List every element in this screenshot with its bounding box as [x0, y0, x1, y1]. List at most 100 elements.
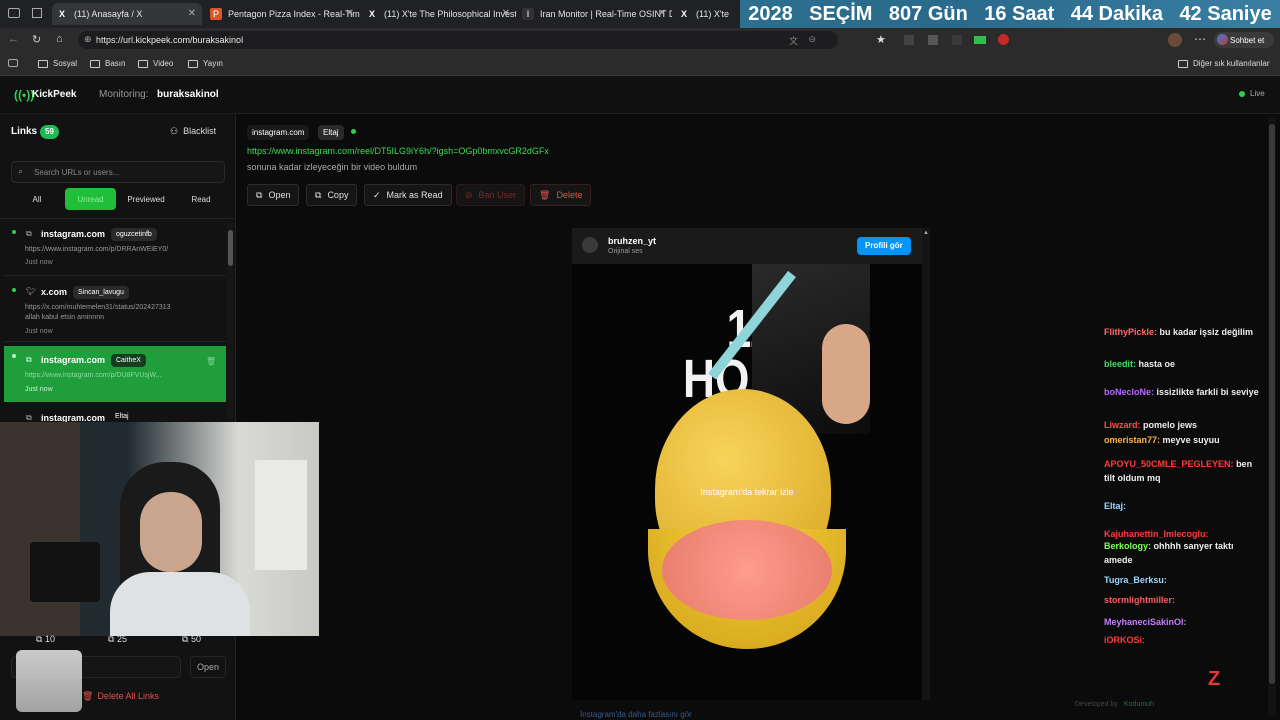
embed-account-name[interactable]: bruhzen_yt: [608, 236, 656, 246]
home-icon[interactable]: ⌂: [56, 33, 63, 45]
tab-x-other[interactable]: X (11) X'te: [674, 3, 740, 25]
chat-username[interactable]: MeyhaneciSakinOl:: [1104, 617, 1187, 627]
chat-username[interactable]: stormlightmiller:: [1104, 595, 1175, 605]
chat-username[interactable]: bleedit:: [1104, 359, 1136, 369]
chat-username[interactable]: iORKOSi:: [1104, 635, 1145, 645]
extension-icon[interactable]: [998, 34, 1009, 45]
bookmark-sosyal[interactable]: Sosyal: [38, 59, 77, 68]
favorite-star-icon[interactable]: ★: [876, 33, 886, 46]
chat-text: pomelo jews: [1143, 420, 1198, 430]
chat-message: Berkology: ohhhh sanyer taktı amede: [1104, 540, 1264, 567]
x-logo-icon: X: [680, 9, 687, 19]
link-user-badge: Eltaj: [115, 413, 129, 420]
copilot-chat-button[interactable]: Sohbet et: [1214, 32, 1274, 48]
tab-iran-monitor[interactable]: I Iran Monitor | Real-Time OSINT D ✕: [518, 3, 672, 25]
extension-icon[interactable]: [952, 35, 962, 45]
embed-scrollbar[interactable]: [922, 228, 930, 700]
extension-icon[interactable]: [974, 36, 986, 44]
filter-read[interactable]: Read: [188, 188, 214, 210]
site-info-icon[interactable]: ⊕: [84, 34, 92, 45]
link-time: Just now: [25, 259, 53, 266]
reload-icon[interactable]: ↻: [32, 33, 41, 46]
scroll-up-icon[interactable]: ▲: [923, 230, 929, 236]
copy-button[interactable]: ⧉ Copy: [306, 184, 358, 206]
detail-user-badge: Eltaj: [318, 125, 344, 140]
page-scroll-thumb[interactable]: [1269, 124, 1275, 684]
chat-username[interactable]: APOYU_50CMLE_PEGLEYEN:: [1104, 459, 1234, 469]
link-item-selected[interactable]: ⧉ instagram.com CaitheX https://www.inst…: [4, 346, 226, 402]
close-icon[interactable]: ✕: [658, 8, 666, 19]
webcam-shelf: [0, 422, 80, 636]
trash-icon[interactable]: 🗑︎: [206, 357, 216, 366]
chat-username[interactable]: Berkology:: [1104, 541, 1151, 551]
chat-username[interactable]: FlithyPickle:: [1104, 327, 1157, 337]
sidebar-toggle-icon[interactable]: [8, 59, 18, 67]
chat-username[interactable]: Tugra_Berksu:: [1104, 575, 1167, 585]
link-item[interactable]: ⧉ instagram.com Eltaj: [4, 404, 226, 424]
detail-url-link[interactable]: https://www.instagram.com/reel/DT5ILG9iY…: [247, 146, 549, 156]
tab-actions-icon[interactable]: [32, 8, 42, 18]
read-aloud-icon[interactable]: ⊖: [808, 34, 816, 45]
tab-philosophical[interactable]: X (11) X'te The Philosophical Invest ✕: [362, 3, 516, 25]
ban-user-button[interactable]: ⊘ Ban User: [456, 184, 526, 206]
filter-unread[interactable]: Unread: [65, 188, 116, 210]
link-time: Just now: [25, 328, 53, 335]
link-url: https://www.instagram.com/p/DU8FVUsjW...: [25, 372, 162, 379]
workspaces-icon[interactable]: [8, 8, 20, 18]
delete-button[interactable]: 🗑︎ Delete: [530, 184, 592, 206]
more-icon[interactable]: ⋯: [1194, 32, 1206, 46]
replay-on-instagram[interactable]: Instagram'da tekrar izle: [572, 487, 922, 497]
mark-as-read-button[interactable]: ✓ Mark as Read: [364, 184, 452, 206]
avatar[interactable]: [1168, 33, 1182, 47]
see-more-on-instagram[interactable]: Instagram'da daha fazlasını gör: [580, 710, 692, 719]
chat-username[interactable]: Liwzard:: [1104, 420, 1141, 430]
translate-icon[interactable]: 文: [789, 34, 798, 47]
embed-video[interactable]: 11+ HOURS Instagram'da tekrar izle: [572, 264, 922, 700]
bookmark-yayin[interactable]: Yayın: [188, 59, 223, 68]
bookmark-basin[interactable]: Basın: [90, 59, 125, 68]
chat-message: FlithyPickle: bu kadar işsiz değilim: [1104, 326, 1264, 340]
copilot-icon: [1217, 34, 1228, 45]
search-input[interactable]: ⌕ Search URLs or users...: [11, 161, 225, 183]
chat-username[interactable]: omeristan77:: [1104, 435, 1160, 445]
tab-x-home[interactable]: X (11) Anasayfa / X ✕: [52, 3, 202, 25]
filter-all[interactable]: All: [24, 188, 50, 210]
count-50-button[interactable]: ⧉ 50: [182, 634, 201, 645]
link-time: Just now: [25, 386, 53, 393]
count-25-button[interactable]: ⧉ 25: [108, 634, 127, 645]
extension-icon[interactable]: [928, 35, 938, 45]
open-button[interactable]: ⧉ Open: [247, 184, 300, 206]
other-bookmarks[interactable]: Diğer sık kullanılanlar: [1178, 59, 1269, 68]
view-profile-button[interactable]: Profili gör: [857, 237, 911, 255]
bookmark-label: Basın: [105, 59, 126, 68]
back-icon[interactable]: ←: [8, 33, 19, 45]
sidebar-scroll-thumb[interactable]: [228, 230, 233, 266]
tab-pentagon-pizza[interactable]: P Pentagon Pizza Index - Real-Time ✕: [206, 3, 360, 25]
delete-all-button[interactable]: 🗑︎ Delete All Links: [82, 691, 159, 702]
chat-text: hasta oe: [1138, 359, 1176, 369]
chat-username[interactable]: Eltaj:: [1104, 501, 1126, 511]
filter-previewed[interactable]: Previewed: [124, 188, 168, 210]
url-field[interactable]: ⊕ https://url.kickpeek.com/buraksakinol …: [78, 31, 838, 49]
app-name: KickPeek: [32, 89, 77, 100]
count-10-button[interactable]: ⧉ 10: [36, 634, 55, 645]
close-icon[interactable]: ✕: [502, 8, 510, 19]
link-item[interactable]: ⧉ instagram.com oguzcetinfb https://www.…: [4, 222, 226, 276]
links-heading: Links: [11, 126, 38, 137]
blacklist-button[interactable]: ⚇ Blacklist: [170, 126, 216, 137]
countdown-label: SEÇİM: [809, 2, 873, 25]
chat-username[interactable]: boNecIoNe:: [1104, 387, 1154, 397]
close-icon[interactable]: ✕: [188, 8, 196, 19]
pomelo-flesh: [662, 520, 832, 620]
avatar[interactable]: [582, 237, 598, 253]
link-item[interactable]: 🐦︎ x.com Sincan_lavugu https://x.com/muh…: [4, 280, 226, 342]
open-label: Open: [268, 190, 291, 200]
developer-name[interactable]: Kodumuh: [1124, 701, 1154, 708]
close-icon[interactable]: ✕: [346, 8, 354, 19]
user-icon: ⚇: [170, 126, 179, 136]
bookmark-video[interactable]: Video: [138, 59, 173, 68]
chat-username[interactable]: Kajuhanettin_Imlecoglu:: [1104, 529, 1209, 539]
face: [140, 492, 202, 572]
open-count-button[interactable]: Open: [190, 656, 226, 678]
extension-icon[interactable]: [904, 35, 914, 45]
